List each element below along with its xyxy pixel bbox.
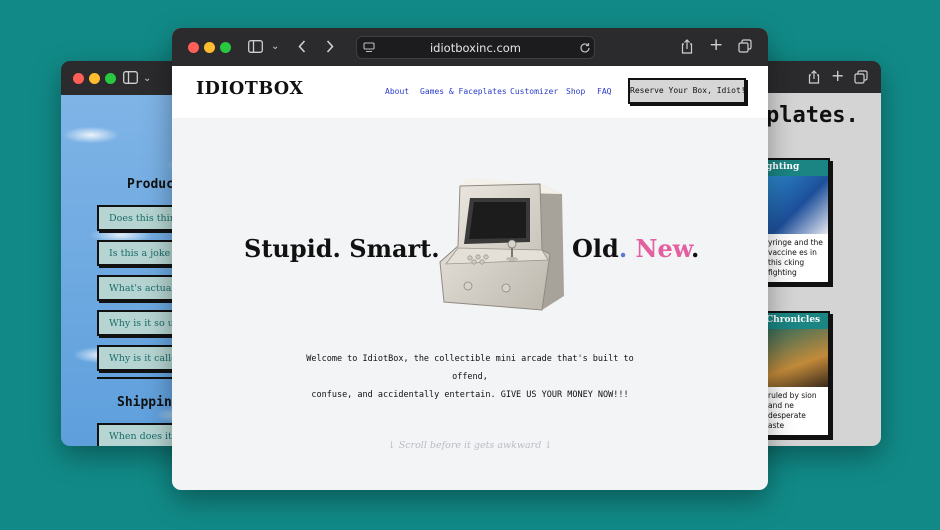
hero-dot: . (618, 234, 628, 263)
nav-shop[interactable]: Shop (566, 87, 585, 96)
game-card-description: yringe and the vaccine es in this cking … (768, 238, 823, 277)
tagline-line: confuse, and accidentally entertain. GIV… (311, 390, 629, 400)
main-window-titlebar: ⌄ idiotboxinc.com + (172, 28, 768, 66)
sidebar-icon[interactable] (123, 71, 138, 84)
close-window-button[interactable] (73, 73, 84, 84)
back-icon[interactable] (298, 40, 306, 53)
hero-tagline: Welcome to IdiotBox, the collectible min… (300, 350, 640, 404)
new-tab-icon[interactable]: + (709, 37, 723, 54)
forward-icon[interactable] (326, 40, 334, 53)
chevron-down-icon[interactable]: ⌄ (271, 40, 279, 54)
nav-about[interactable]: About (385, 87, 409, 96)
zoom-window-button[interactable] (220, 42, 231, 53)
address-bar[interactable]: idiotboxinc.com (356, 36, 595, 59)
nav-games-faceplates[interactable]: Games & Faceplates (420, 87, 507, 96)
chevron-down-icon[interactable]: ⌄ (143, 72, 151, 86)
tabs-icon[interactable] (738, 39, 752, 53)
hero-word-old: Old (572, 234, 619, 263)
site-logo[interactable]: IDIOTBOX (196, 79, 303, 99)
close-window-button[interactable] (188, 42, 199, 53)
url-text: idiotboxinc.com (429, 41, 522, 55)
main-browser-window[interactable]: ⌄ idiotboxinc.com + IDIOTBOX About Games… (172, 28, 768, 490)
minimize-window-button[interactable] (204, 42, 215, 53)
nav-customizer[interactable]: Customizer (510, 87, 558, 96)
game-card[interactable]: ghting yringe and the vaccine es in this… (760, 158, 830, 284)
game-card-art (762, 176, 828, 234)
game-card-title: ghting (762, 160, 828, 176)
product-heading: Produc (127, 177, 174, 192)
hero-headline-right: Old. New. (572, 234, 699, 263)
shipping-heading: Shippin (117, 395, 172, 410)
share-icon[interactable] (808, 70, 820, 84)
new-tab-icon[interactable]: + (831, 68, 844, 84)
hero-word-new: New (635, 234, 691, 263)
game-card[interactable]: Chronicles ruled by sion and ne desperat… (760, 311, 830, 437)
arcade-cabinet-image (430, 176, 570, 316)
tabs-icon[interactable] (854, 70, 868, 84)
faceplates-heading: plates. (766, 103, 859, 128)
share-icon[interactable] (681, 39, 693, 54)
game-card-art (762, 329, 828, 387)
reserve-box-button[interactable]: Reserve Your Box, Idiot! (628, 78, 746, 104)
scroll-hint[interactable]: ↓ Scroll before it gets awkward ↓ (172, 440, 768, 451)
game-card-title: Chronicles (762, 313, 828, 329)
zoom-window-button[interactable] (105, 73, 116, 84)
minimize-window-button[interactable] (89, 73, 100, 84)
nav-faq[interactable]: FAQ (597, 87, 611, 96)
hero-dot: . (690, 234, 700, 263)
game-card-description: ruled by sion and ne desperate aste (768, 391, 817, 430)
tagline-line: Welcome to IdiotBox, the collectible min… (306, 354, 634, 382)
sidebar-icon[interactable] (248, 40, 263, 53)
site-header: IDIOTBOX About Games & Faceplates Custom… (172, 66, 768, 118)
reload-icon[interactable] (579, 42, 591, 54)
hero-headline-left: Stupid. Smart. (244, 234, 440, 263)
